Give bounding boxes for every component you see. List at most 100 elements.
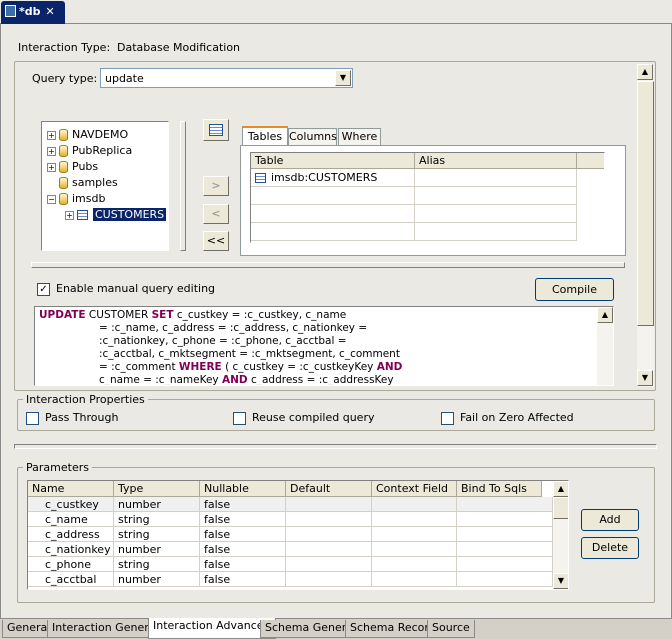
table-cell[interactable]: false: [200, 542, 286, 557]
sql-scrollbar[interactable]: ▲: [597, 307, 613, 385]
tab-interaction-general[interactable]: Interaction General: [47, 620, 164, 638]
chevron-down-icon[interactable]: ▼: [335, 70, 351, 86]
table-row[interactable]: c_acctbal: [28, 572, 114, 587]
checkbox-box[interactable]: [26, 411, 39, 425]
scroll-down-icon[interactable]: ▼: [637, 370, 653, 386]
table-cell[interactable]: [457, 557, 553, 572]
table-cell[interactable]: [457, 512, 553, 527]
scroll-up-icon[interactable]: ▲: [637, 64, 653, 80]
table-cell[interactable]: [286, 557, 372, 572]
table-cell[interactable]: string: [114, 512, 200, 527]
scroll-up-icon[interactable]: ▲: [553, 481, 568, 497]
database-tree[interactable]: + NAVDEMO + PubReplica + Pubs samples − imsd…: [41, 121, 169, 251]
tree-splitter[interactable]: [180, 121, 186, 251]
table-cell[interactable]: [457, 572, 553, 587]
tree-item-samples[interactable]: samples: [59, 175, 118, 191]
remove-table-button[interactable]: <: [203, 204, 229, 224]
table-cell[interactable]: [372, 497, 457, 512]
table-row[interactable]: c_name: [28, 512, 114, 527]
tree-item-pubs[interactable]: + Pubs: [47, 159, 98, 175]
parameters-table[interactable]: Name Type Nullable Default Context Field…: [27, 480, 569, 590]
table-cell[interactable]: [286, 572, 372, 587]
checkbox-check-icon[interactable]: ✓: [37, 282, 50, 296]
table-picker-button[interactable]: [203, 119, 229, 141]
table-cell[interactable]: [286, 512, 372, 527]
tree-item-customers[interactable]: + CUSTOMERS: [65, 207, 167, 223]
scroll-down-icon[interactable]: ▼: [553, 573, 568, 589]
table-cell[interactable]: [457, 542, 553, 557]
table-cell[interactable]: false: [200, 497, 286, 512]
table-cell[interactable]: [286, 497, 372, 512]
table-cell[interactable]: [457, 527, 553, 542]
table-cell[interactable]: string: [114, 557, 200, 572]
table-cell[interactable]: [372, 572, 457, 587]
tree-item-navdemo[interactable]: + NAVDEMO: [47, 127, 128, 143]
table-cell[interactable]: false: [200, 512, 286, 527]
table-cell[interactable]: number: [114, 542, 200, 557]
tab-source[interactable]: Source: [427, 620, 475, 638]
tab-where[interactable]: Where: [338, 128, 381, 146]
section-separator[interactable]: [14, 444, 657, 449]
tab-columns[interactable]: Columns: [288, 128, 337, 146]
column-header-nullable[interactable]: Nullable: [200, 481, 286, 497]
column-header-bind-to-sqls[interactable]: Bind To Sqls: [457, 481, 542, 497]
remove-all-tables-button[interactable]: <<: [203, 231, 229, 251]
collapse-icon[interactable]: −: [47, 194, 56, 204]
tables-grid[interactable]: Table Alias imsdb:CUSTOMERS: [250, 152, 605, 243]
close-icon[interactable]: ✕: [46, 5, 55, 18]
checkbox-box[interactable]: [441, 411, 454, 425]
table-row[interactable]: c_custkey: [28, 497, 114, 512]
column-header-default[interactable]: Default: [286, 481, 372, 497]
empty-cell: [415, 187, 577, 205]
table-cell[interactable]: number: [114, 572, 200, 587]
expand-icon[interactable]: +: [47, 130, 56, 140]
expand-icon[interactable]: +: [47, 146, 56, 156]
tree-item-pubreplica[interactable]: + PubReplica: [47, 143, 132, 159]
reuse-compiled-checkbox[interactable]: Reuse compiled query: [233, 411, 374, 425]
checkbox-box[interactable]: [233, 411, 246, 425]
compile-query-button[interactable]: Compile query: [535, 278, 614, 317]
editor-tab-db[interactable]: *db ✕: [1, 1, 65, 24]
table-cell[interactable]: [372, 527, 457, 542]
add-parameter-button[interactable]: Add: [581, 509, 639, 531]
sql-editor[interactable]: UPDATE CUSTOMER SET c_custkey = :c_custk…: [34, 306, 614, 386]
table-row[interactable]: c_nationkey: [28, 542, 114, 557]
manual-edit-checkbox[interactable]: ✓ Enable manual query editing: [37, 282, 215, 296]
scroll-thumb[interactable]: [553, 497, 568, 519]
table-cell[interactable]: false: [200, 572, 286, 587]
table-cell[interactable]: [372, 557, 457, 572]
table-cell[interactable]: number: [114, 497, 200, 512]
table-row[interactable]: imsdb:CUSTOMERS: [251, 169, 415, 187]
scroll-thumb[interactable]: [637, 81, 654, 326]
table-row[interactable]: c_address: [28, 527, 114, 542]
table-cell[interactable]: [286, 542, 372, 557]
tab-tables[interactable]: Tables: [242, 126, 288, 146]
scroll-up-icon[interactable]: ▲: [597, 307, 613, 323]
expand-icon[interactable]: +: [65, 210, 74, 220]
table-cell[interactable]: [372, 512, 457, 527]
delete-parameter-button[interactable]: Delete: [581, 537, 639, 559]
table-cell[interactable]: string: [114, 527, 200, 542]
parameters-scrollbar[interactable]: ▲ ▼: [553, 481, 568, 589]
tree-item-imsdb[interactable]: − imsdb: [47, 191, 105, 207]
column-header-context-field[interactable]: Context Field: [372, 481, 457, 497]
expand-icon[interactable]: +: [47, 162, 56, 172]
table-alias-cell[interactable]: [415, 169, 577, 187]
tab-interaction-advanced[interactable]: Interaction Advanced: [148, 618, 276, 639]
pass-through-checkbox[interactable]: Pass Through: [26, 411, 118, 425]
fail-zero-checkbox[interactable]: Fail on Zero Affected: [441, 411, 574, 425]
horizontal-splitter[interactable]: [31, 262, 625, 268]
table-cell[interactable]: [286, 527, 372, 542]
table-cell[interactable]: [372, 542, 457, 557]
table-cell[interactable]: false: [200, 527, 286, 542]
column-header-name[interactable]: Name: [28, 481, 114, 497]
column-header-alias[interactable]: Alias: [415, 153, 577, 169]
table-cell[interactable]: [457, 497, 553, 512]
query-type-select[interactable]: update ▼: [100, 68, 353, 88]
column-header-table[interactable]: Table: [251, 153, 415, 169]
add-table-button[interactable]: >: [203, 176, 229, 196]
query-scrollbar[interactable]: ▲ ▼: [637, 64, 654, 387]
table-cell[interactable]: false: [200, 557, 286, 572]
table-row[interactable]: c_phone: [28, 557, 114, 572]
column-header-type[interactable]: Type: [114, 481, 200, 497]
